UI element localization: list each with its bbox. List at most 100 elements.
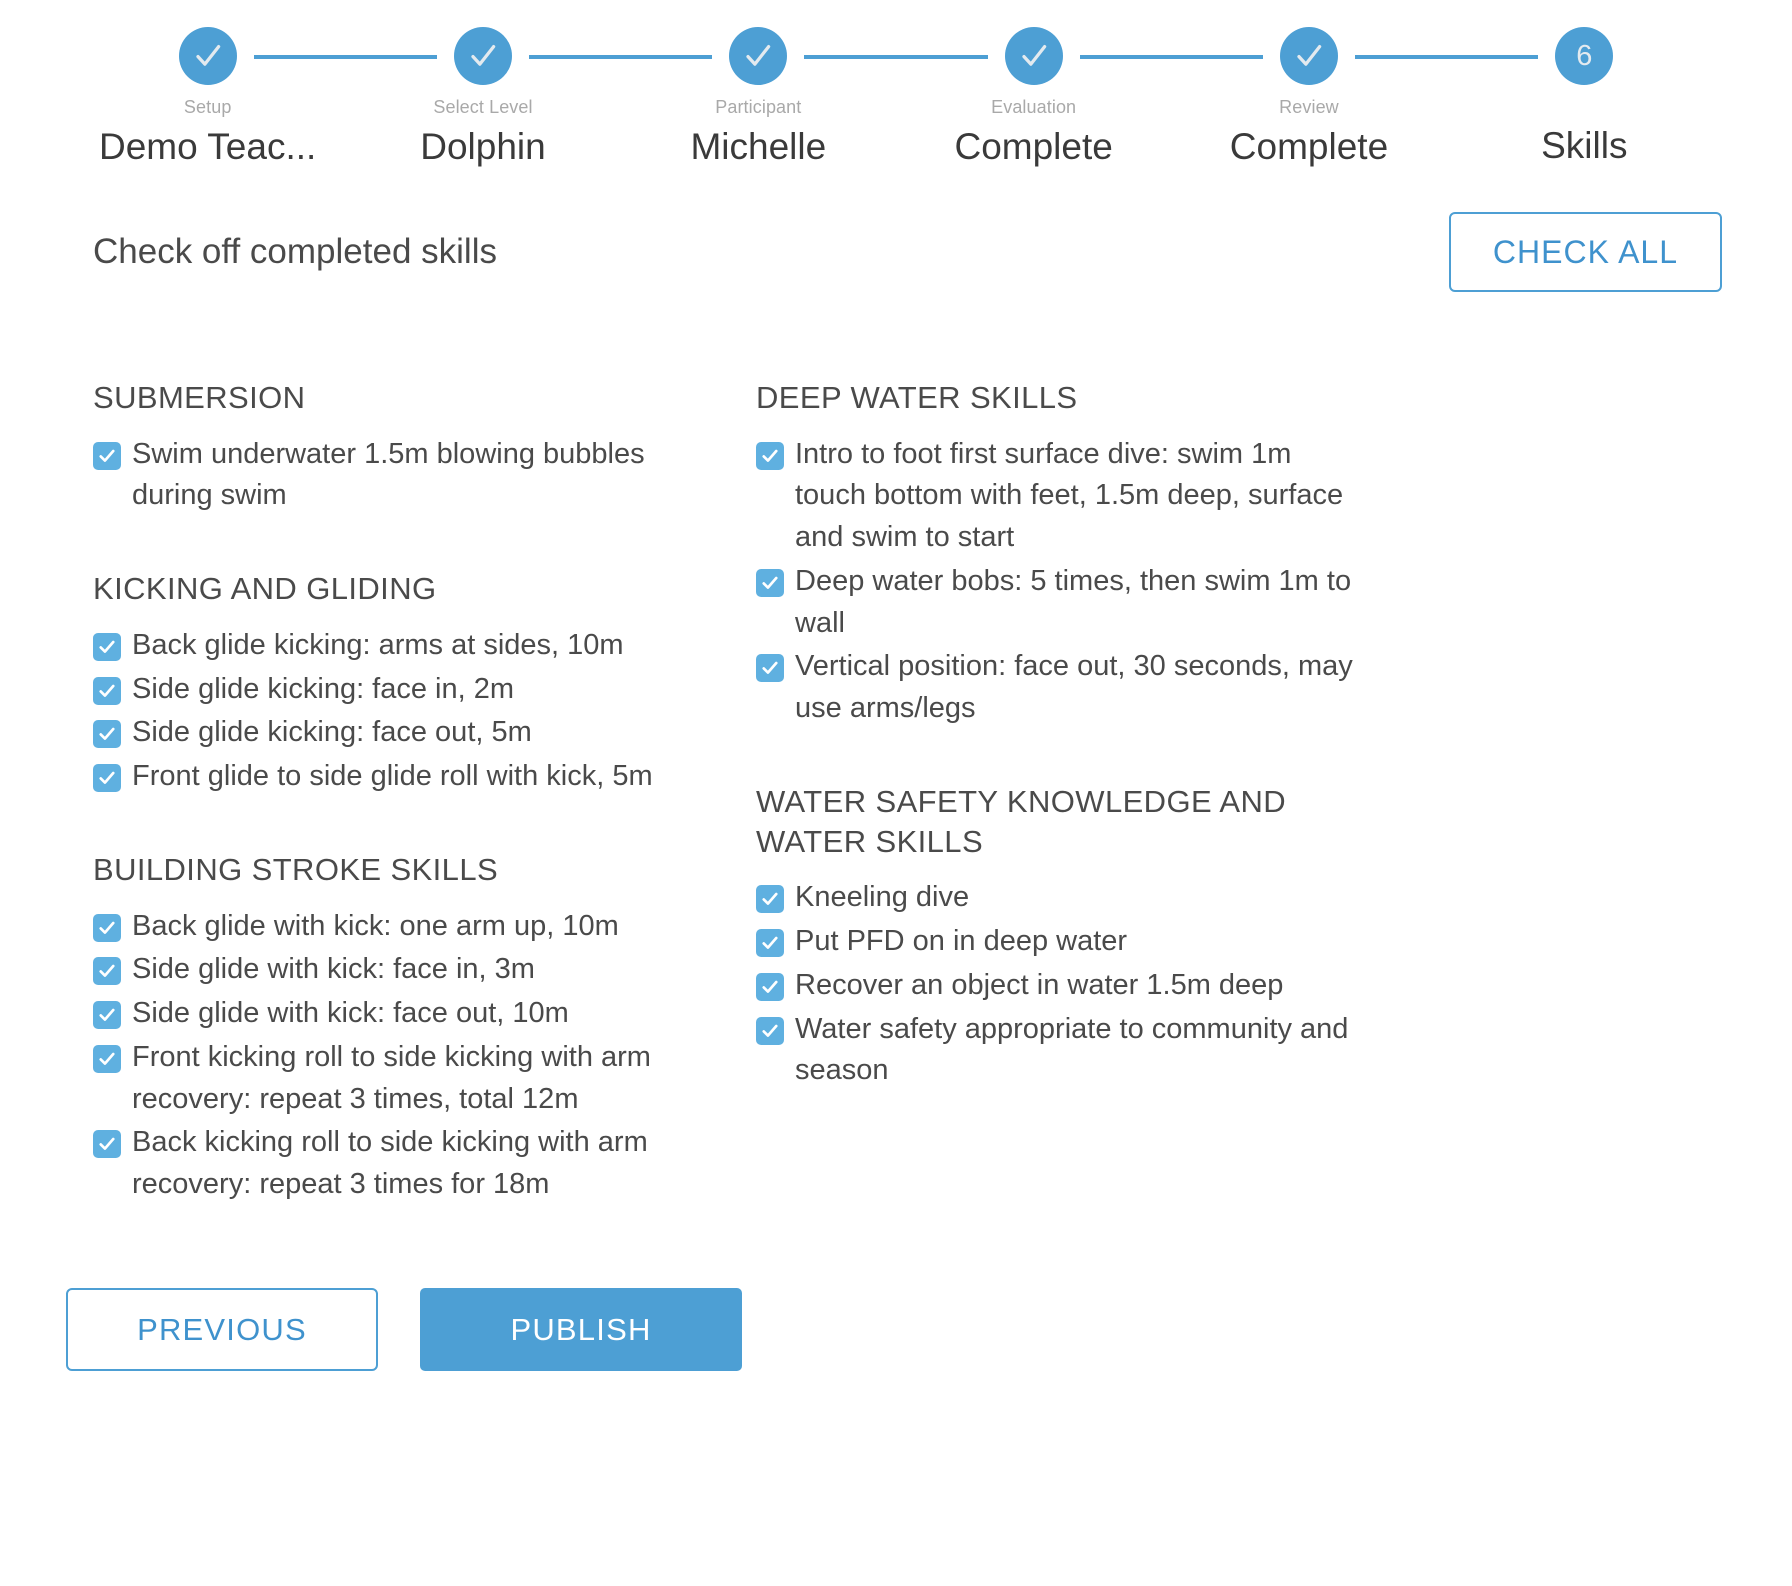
stepper-step[interactable]: Evaluation Complete	[895, 22, 1172, 168]
skill-item[interactable]: Side glide kicking: face out, 5m	[93, 712, 693, 754]
checkbox-checked-icon[interactable]	[756, 929, 784, 958]
skill-label: Recover an object in water 1.5m deep	[795, 968, 1284, 1001]
stepper-connector	[895, 55, 988, 59]
checkbox-checked-icon[interactable]	[756, 972, 784, 1001]
stepper-step-value: Demo Teac...	[99, 126, 317, 167]
skill-label: Vertical position: face out, 30 seconds,…	[795, 650, 1353, 725]
stepper-step-value: Dolphin	[420, 126, 546, 167]
wizard-footer: PREVIOUS PUBLISH	[0, 1288, 742, 1371]
page-title: Check off completed skills	[93, 232, 497, 271]
stepper-connector	[1079, 55, 1172, 59]
skill-label: Front glide to side glide roll with kick…	[132, 760, 653, 793]
skill-item[interactable]: Recover an object in water 1.5m deep	[756, 965, 1356, 1007]
stepper-connector	[253, 55, 346, 59]
skill-label: Side glide with kick: face out, 10m	[132, 997, 569, 1030]
checkbox-checked-icon[interactable]	[93, 913, 121, 942]
skill-section-title: BUILDING STROKE SKILLS	[93, 851, 499, 887]
skill-label: Deep water bobs: 5 times, then swim 1m t…	[795, 564, 1352, 639]
checkbox-checked-icon[interactable]	[93, 764, 121, 793]
stepper-step-top: 6	[1446, 22, 1722, 90]
stepper-step-sublabel: Setup	[183, 97, 232, 117]
skill-label: Put PFD on in deep water	[795, 925, 1128, 958]
skill-label: Side glide kicking: face out, 5m	[132, 716, 532, 749]
stepper-step-value: Michelle	[690, 126, 827, 167]
skill-section: WATER SAFETY KNOWLEDGE AND WATER SKILLS K…	[756, 782, 1356, 1092]
stepper-step-sublabel: Evaluation	[991, 97, 1077, 117]
skill-item[interactable]: Vertical position: face out, 30 seconds,…	[756, 646, 1356, 730]
skill-section: SUBMERSION Swim underwater 1.5m blowing b…	[93, 378, 693, 517]
skill-section: BUILDING STROKE SKILLS Back glide with ki…	[93, 850, 693, 1206]
stepper-step-top	[895, 22, 1172, 90]
skill-section: KICKING AND GLIDING Back glide kicking: a…	[93, 569, 693, 798]
step-complete-check-icon	[729, 27, 788, 85]
skill-section-title: KICKING AND GLIDING	[93, 571, 437, 607]
check-all-button[interactable]: CHECK ALL	[1448, 212, 1722, 292]
stepper-step-sublabel: Participant	[715, 97, 802, 117]
skill-section: DEEP WATER SKILLS Intro to foot first sur…	[756, 378, 1356, 730]
stepper-step-top	[1171, 22, 1447, 90]
skills-column-left: SUBMERSION Swim underwater 1.5m blowing b…	[93, 378, 693, 1208]
skill-item[interactable]: Intro to foot first surface dive: swim 1…	[756, 434, 1356, 559]
skill-label: Water safety appropriate to community an…	[795, 1012, 1349, 1087]
skill-item[interactable]: Side glide with kick: face in, 3m	[93, 949, 693, 991]
checkbox-checked-icon[interactable]	[756, 441, 784, 470]
skill-item[interactable]: Side glide kicking: face in, 2m	[93, 669, 693, 711]
wizard-stepper: Setup Demo Teac... Select Level Dolphin Part…	[0, 0, 1792, 178]
skill-label: Back glide kicking: arms at sides, 10m	[132, 628, 624, 661]
checkbox-checked-icon[interactable]	[93, 957, 121, 986]
step-number-badge: 6	[1555, 27, 1614, 85]
skill-item[interactable]: Kneeling dive	[756, 877, 1356, 919]
skill-label: Kneeling dive	[795, 881, 970, 914]
checkbox-checked-icon[interactable]	[93, 676, 121, 705]
skill-item[interactable]: Back kicking roll to side kicking with a…	[93, 1122, 693, 1206]
stepper-connector	[620, 55, 713, 59]
stepper-step-top	[345, 22, 621, 90]
checkbox-checked-icon[interactable]	[756, 568, 784, 597]
stepper-step-sublabel: Review	[1279, 97, 1339, 117]
skill-label: Side glide kicking: face in, 2m	[132, 672, 515, 705]
checkbox-checked-icon[interactable]	[756, 885, 784, 914]
skill-item[interactable]: Put PFD on in deep water	[756, 921, 1356, 963]
stepper-connector	[1446, 55, 1539, 59]
previous-button[interactable]: PREVIOUS	[66, 1288, 378, 1371]
checkbox-checked-icon[interactable]	[93, 632, 121, 661]
skill-label: Front kicking roll to side kicking with …	[132, 1040, 651, 1115]
stepper-step[interactable]: Select Level Dolphin	[345, 22, 621, 168]
checkbox-checked-icon[interactable]	[93, 720, 121, 749]
stepper-step-value: Complete	[954, 126, 1113, 167]
skill-section-title: DEEP WATER SKILLS	[756, 380, 1078, 415]
checkbox-checked-icon[interactable]	[756, 1016, 784, 1045]
skill-item[interactable]: Swim underwater 1.5m blowing bubbles dur…	[93, 434, 693, 518]
skill-item[interactable]: Side glide with kick: face out, 10m	[93, 993, 693, 1035]
stepper-connector	[1354, 55, 1447, 59]
step-complete-check-icon	[178, 27, 237, 85]
skill-item[interactable]: Front kicking roll to side kicking with …	[93, 1037, 693, 1121]
stepper-connector	[528, 55, 621, 59]
checkbox-checked-icon[interactable]	[756, 654, 784, 683]
checkbox-checked-icon[interactable]	[93, 1044, 121, 1073]
stepper-step-value: Skills	[1541, 125, 1628, 166]
skill-item[interactable]: Back glide with kick: one arm up, 10m	[93, 906, 693, 948]
skill-item[interactable]: Front glide to side glide roll with kick…	[93, 756, 693, 798]
skill-label: Back glide with kick: one arm up, 10m	[132, 909, 619, 942]
checkbox-checked-icon[interactable]	[93, 1001, 121, 1030]
stepper-step-value: Complete	[1229, 126, 1389, 167]
skill-item[interactable]: Deep water bobs: 5 times, then swim 1m t…	[756, 561, 1356, 645]
skill-label: Side glide with kick: face in, 3m	[132, 953, 535, 986]
skill-label: Swim underwater 1.5m blowing bubbles dur…	[132, 437, 645, 512]
stepper-step[interactable]: 6 Skills	[1446, 22, 1722, 167]
skills-column-right: DEEP WATER SKILLS Intro to foot first sur…	[756, 378, 1356, 1094]
skill-item[interactable]: Water safety appropriate to community an…	[756, 1009, 1356, 1093]
publish-button[interactable]: PUBLISH	[420, 1288, 742, 1371]
stepper-connector	[345, 55, 437, 59]
stepper-step-sublabel: Select Level	[433, 97, 533, 117]
stepper-step[interactable]: Review Complete	[1171, 22, 1447, 168]
step-complete-check-icon	[1279, 27, 1338, 85]
stepper-step[interactable]: Setup Demo Teac...	[70, 22, 346, 168]
checkbox-checked-icon[interactable]	[93, 441, 121, 470]
stepper-step[interactable]: Participant Michelle	[620, 22, 896, 168]
skill-item[interactable]: Back glide kicking: arms at sides, 10m	[93, 625, 693, 667]
checkbox-checked-icon[interactable]	[93, 1130, 121, 1159]
stepper-step-top	[70, 22, 346, 90]
stepper-connector	[804, 55, 896, 59]
